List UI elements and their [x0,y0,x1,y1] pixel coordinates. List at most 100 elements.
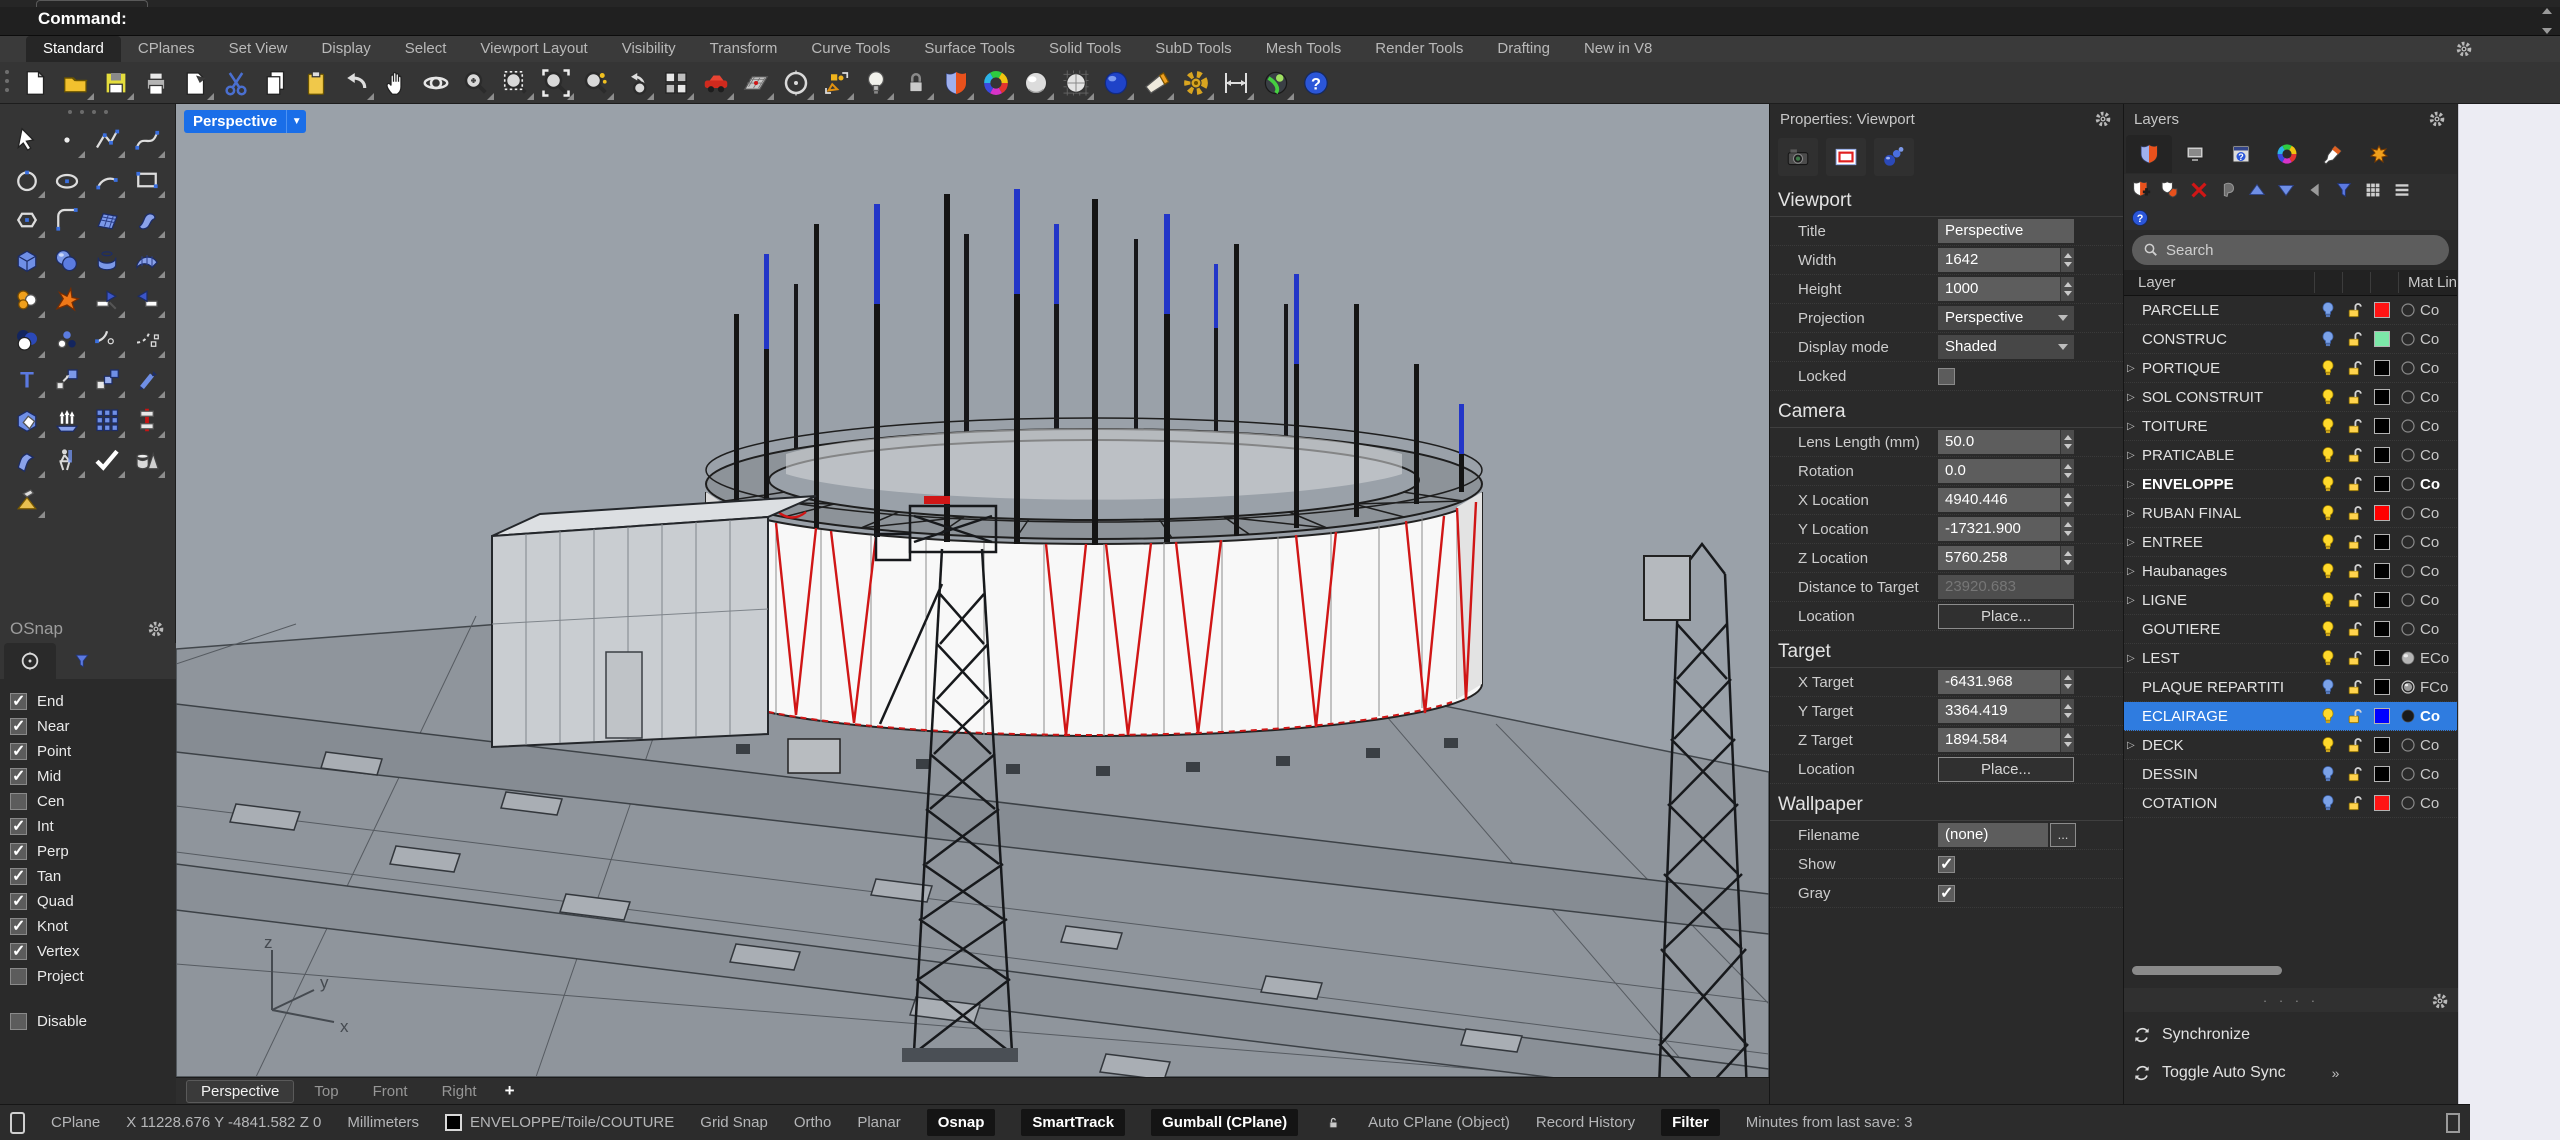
layer-color-swatch[interactable] [2374,331,2390,347]
viewport-tab-front[interactable]: Front [359,1081,422,1102]
bulb-on-icon[interactable] [2318,445,2338,465]
trim-tool-button[interactable] [87,280,127,320]
bulb-off-icon[interactable] [2318,300,2338,320]
layer-name[interactable]: PORTIQUE [2142,360,2314,377]
property-input[interactable]: 3364.419 [1938,699,2074,723]
linetype-text[interactable]: Co [2420,737,2456,754]
property-dropdown[interactable]: Perspective [1938,306,2074,330]
new-sublayer-button[interactable] [2159,179,2181,201]
layer-name[interactable]: DESSIN [2142,766,2314,783]
expand-arrow-icon[interactable]: ▷ [2127,595,2139,606]
layer-name[interactable]: TOITURE [2142,418,2314,435]
layer-color-swatch[interactable] [2374,679,2390,695]
property-input[interactable]: 5760.258 [1938,546,2074,570]
menu-tab-drafting[interactable]: Drafting [1480,36,1567,62]
status-right-icon[interactable] [2446,1113,2460,1133]
delete-layer-button[interactable] [2188,179,2210,201]
stepper-arrows[interactable] [2060,459,2074,483]
layer-name[interactable]: PARCELLE [2142,302,2314,319]
osnap-checkbox-end[interactable] [10,693,27,710]
place-button[interactable]: Place... [1938,604,2074,629]
array-grid-tool-button[interactable] [87,400,127,440]
menu-tab-viewport-layout[interactable]: Viewport Layout [463,36,604,62]
osnap-checkbox-vertex[interactable] [10,943,27,960]
stepper-arrows[interactable] [2060,488,2074,512]
unlocked-padlock-icon[interactable] [2345,387,2365,407]
layer-name[interactable]: CONSTRUC [2142,331,2314,348]
properties-tab-viewport[interactable] [1826,138,1866,176]
property-input[interactable]: 0.0 [1938,459,2074,483]
zoom-target-button[interactable] [576,64,616,102]
layer-name[interactable]: ENTREE [2142,534,2314,551]
srf-bend-tool-button[interactable] [127,200,167,240]
gear-icon[interactable] [2454,39,2474,59]
undo-button[interactable] [336,64,376,102]
copy-button[interactable] [256,64,296,102]
bulb-off-icon[interactable] [2318,677,2338,697]
linetype-text[interactable]: Co [2420,505,2456,522]
layers-tab-materials[interactable] [2310,135,2356,173]
layer-name[interactable]: RUBAN FINAL [2142,505,2314,522]
viewport-title-chip[interactable]: Perspective ▼ [184,110,306,133]
bulb-on-icon[interactable] [2318,590,2338,610]
osnap-checkbox-near[interactable] [10,718,27,735]
property-input[interactable]: 4940.446 [1938,488,2074,512]
point-circles-tool-button[interactable] [47,320,87,360]
box-tool-button[interactable] [7,240,47,280]
menu-tab-set-view[interactable]: Set View [212,36,305,62]
filename-field[interactable]: (none) [1938,823,2048,847]
column-settings-button[interactable] [2362,179,2384,201]
osnap-checkbox-point[interactable] [10,743,27,760]
scroll-down-icon[interactable] [2542,28,2552,34]
srf-tools-tool-button[interactable] [7,440,47,480]
material-icon[interactable] [2399,736,2417,754]
layer-row-ruban-final[interactable]: ▷RUBAN FINAL Co [2124,499,2457,528]
layer-name[interactable]: DECK [2142,737,2314,754]
unlocked-padlock-icon[interactable] [2345,503,2365,523]
property-checkbox[interactable] [1938,885,1955,902]
command-prompt[interactable]: Command: [38,9,127,29]
property-dropdown[interactable]: Shaded [1938,335,2074,359]
layers-help-button[interactable]: ? [2130,208,2150,228]
layer-row-entree[interactable]: ▷ENTREECo [2124,528,2457,557]
stepper-arrows[interactable] [2060,699,2074,723]
layer-color-swatch[interactable] [2374,505,2390,521]
layer-row-deck[interactable]: ▷DECKCo [2124,731,2457,760]
cursor-tool-button[interactable] [7,120,47,160]
properties-tab-material[interactable] [1874,138,1914,176]
layer-row-ligne[interactable]: ▷LIGNECo [2124,586,2457,615]
property-input[interactable]: 1894.584 [1938,728,2074,752]
viewport-title[interactable]: Perspective [184,110,286,133]
linetype-text[interactable]: FCo [2420,679,2456,696]
expand-arrow-icon[interactable]: ▷ [2127,508,2139,519]
stepper-arrows[interactable] [2060,728,2074,752]
linetype-text[interactable]: Co [2420,447,2456,464]
bulb-on-icon[interactable] [2318,387,2338,407]
scroll-up-icon[interactable] [2542,8,2552,14]
pan-hand-button[interactable] [376,64,416,102]
layer-color-swatch[interactable] [2374,302,2390,318]
unlocked-padlock-icon[interactable] [2345,532,2365,552]
layer-row-praticable[interactable]: ▷PRATICABLECo [2124,441,2457,470]
bulb-on-icon[interactable] [2318,561,2338,581]
paste-button[interactable] [296,64,336,102]
linetype-text[interactable]: Co [2420,331,2456,348]
material-icon[interactable] [2399,649,2417,667]
layer-name[interactable]: PLAQUE REPARTITI [2142,679,2314,696]
layer-color-swatch[interactable] [2374,389,2390,405]
unlocked-padlock-icon[interactable] [2345,735,2365,755]
material-icon[interactable] [2399,533,2417,551]
zoom-selected-button[interactable] [536,64,576,102]
unlocked-padlock-icon[interactable] [2345,561,2365,581]
padlock-icon[interactable] [1324,1114,1342,1132]
viewport-layout-button[interactable] [656,64,696,102]
expand-arrow-icon[interactable]: ▷ [2127,566,2139,577]
material-icon[interactable] [2399,591,2417,609]
layer-color-swatch[interactable] [2374,447,2390,463]
unlocked-padlock-icon[interactable] [2345,619,2365,639]
layer-name[interactable]: LEST [2142,650,2314,667]
unlocked-padlock-icon[interactable] [2345,329,2365,349]
layer-row-haubanages[interactable]: ▷HaubanagesCo [2124,557,2457,586]
expand-arrow-icon[interactable]: ▷ [2127,537,2139,548]
unlocked-padlock-icon[interactable] [2345,764,2365,784]
